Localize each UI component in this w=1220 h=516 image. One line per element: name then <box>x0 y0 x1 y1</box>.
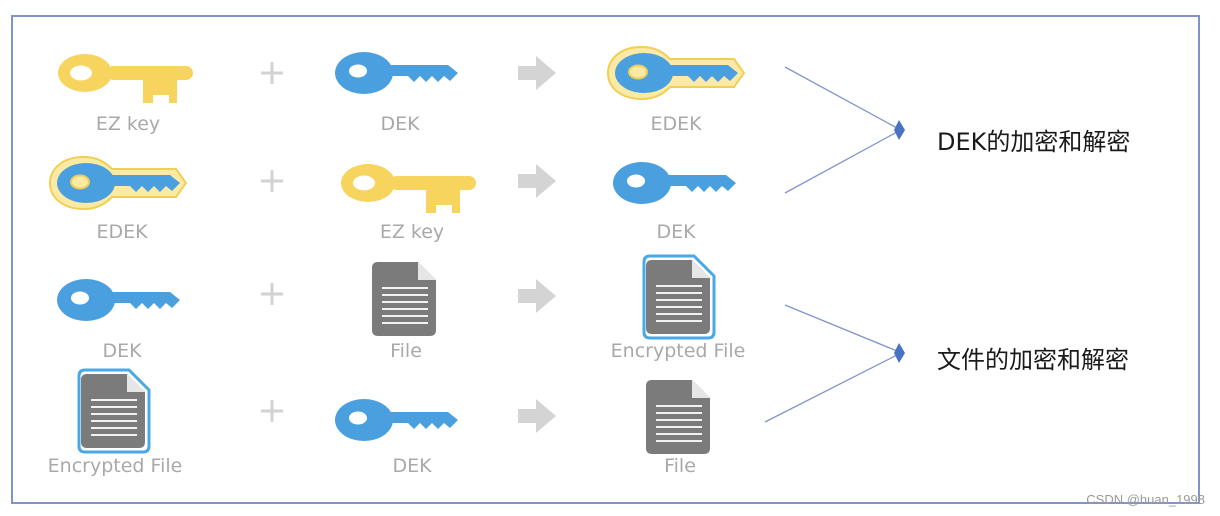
row-label: EZ key <box>96 113 160 135</box>
plus-icon <box>259 60 285 86</box>
group-file-connector: 文件的加密和解密 <box>764 304 1129 423</box>
encrypted-key-icon <box>607 46 745 100</box>
row-dek-plus-file: DEK File Encrypted File <box>57 256 745 362</box>
watermark: CSDN @huan_1998 <box>1086 492 1205 507</box>
group-label: DEK的加密和解密 <box>937 128 1130 156</box>
row-label: DEK <box>380 113 420 135</box>
file-icon <box>371 261 437 337</box>
row-label: File <box>664 455 696 477</box>
row-label: EDEK <box>96 221 148 243</box>
blue-key-icon <box>57 279 180 321</box>
group-dek-connector: DEK的加密和解密 <box>784 66 1130 194</box>
group-label: 文件的加密和解密 <box>937 346 1129 374</box>
diamond-marker <box>894 120 905 140</box>
row-ez-key-plus-dek: EZ key DEK EDEK <box>58 46 745 135</box>
encrypted-file-icon <box>644 256 714 338</box>
encrypted-file-icon <box>79 370 149 452</box>
frame <box>11 15 1200 504</box>
diagram: EZ key DEK EDEK EDEK EZ key DEK DEK File… <box>11 15 1205 507</box>
row-label: File <box>390 340 422 362</box>
blue-key-icon <box>335 399 458 441</box>
plus-icon <box>259 398 285 424</box>
diamond-marker <box>894 343 905 363</box>
plus-icon <box>259 281 285 307</box>
arrow-right-icon <box>518 56 556 90</box>
blue-key-icon <box>613 162 736 204</box>
row-label: EZ key <box>380 221 444 243</box>
plus-icon <box>259 168 285 194</box>
arrow-right-icon <box>518 399 556 433</box>
gold-key-icon <box>341 164 476 213</box>
row-label: EDEK <box>650 113 702 135</box>
row-label: DEK <box>392 455 432 477</box>
file-icon <box>645 379 711 455</box>
encrypted-key-icon <box>49 156 187 210</box>
arrow-right-icon <box>518 279 556 313</box>
gold-key-icon <box>58 54 193 103</box>
row-label: DEK <box>656 221 696 243</box>
row-encrypted-file-plus-dek: Encrypted File DEK File <box>48 370 711 477</box>
row-label: Encrypted File <box>48 455 183 477</box>
blue-key-icon <box>335 52 458 94</box>
row-edek-plus-ez-key: EDEK EZ key DEK <box>49 156 736 243</box>
row-label: Encrypted File <box>611 340 746 362</box>
arrow-right-icon <box>518 164 556 198</box>
row-label: DEK <box>102 340 142 362</box>
